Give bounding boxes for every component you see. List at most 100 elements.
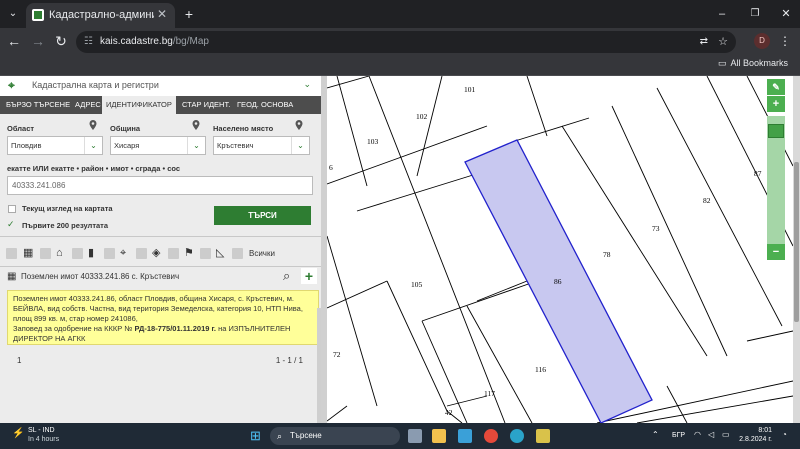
- all-layers-label[interactable]: Всички: [249, 249, 275, 258]
- layer-toggle-icon[interactable]: [6, 248, 17, 259]
- shape-layer-icon[interactable]: ◺: [216, 248, 227, 259]
- grid-icon: ▦: [7, 271, 17, 282]
- tray-chevron-icon[interactable]: ⌃: [652, 430, 659, 439]
- flag-layer-icon[interactable]: ⚑: [184, 248, 195, 259]
- naseleno-select[interactable]: Кръстевич ⌄: [213, 136, 310, 155]
- result-pager: 1 1 - 1 / 1: [7, 356, 317, 370]
- parcel-label: 73: [652, 224, 660, 233]
- layer-toggle-icon[interactable]: [40, 248, 51, 259]
- result-text-2: Заповед за одобрение на КККР № РД-18-775…: [13, 324, 313, 344]
- search-tabs: БЪРЗО ТЪРСЕНЕ АДРЕС ИДЕНТИФИКАТОР СТАР И…: [0, 96, 321, 114]
- parcel-label: 78: [603, 250, 611, 259]
- start-icon[interactable]: ⊞: [250, 429, 264, 443]
- reload-icon[interactable]: ↻: [53, 31, 69, 51]
- forward-icon[interactable]: →: [30, 31, 46, 51]
- browser-tab[interactable]: Кадастрално-административн ✕: [26, 3, 175, 28]
- app-icon[interactable]: [536, 429, 550, 443]
- battery-icon[interactable]: ▭: [722, 430, 730, 439]
- clock-time: 8:01: [758, 427, 772, 434]
- obshtina-select[interactable]: Хисаря ⌄: [110, 136, 206, 155]
- wifi-icon[interactable]: ◠: [694, 430, 701, 439]
- grid-layer-icon[interactable]: ▦: [23, 248, 34, 259]
- cadastre-app: ⌖ Кадастрална карта и регистри ⌄ БЪРЗО Т…: [0, 76, 800, 423]
- add-icon[interactable]: +: [301, 268, 317, 284]
- first200-checkbox[interactable]: ✓: [7, 219, 15, 230]
- zoom-in-button[interactable]: +: [767, 96, 785, 112]
- clock-date: 2.8.2024 г.: [739, 436, 772, 443]
- new-tab-button[interactable]: +: [180, 4, 198, 24]
- ekatte-label: екатте ИЛИ екатте • район • имот • сград…: [7, 164, 181, 173]
- volume-icon[interactable]: ◁: [708, 430, 714, 439]
- cadastral-map[interactable]: 101 102 103 6 87 82 73 78 86 105 72 116 …: [327, 76, 793, 423]
- house-layer-icon[interactable]: ⌂: [56, 248, 67, 259]
- layer-toggle-icon[interactable]: [72, 248, 83, 259]
- chevron-down-icon: ⌄: [187, 137, 205, 154]
- search-button[interactable]: ТЪРСИ: [214, 206, 311, 225]
- system-clock[interactable]: 8:01 2.8.2024 г.: [739, 426, 772, 444]
- oblast-location-pin-icon[interactable]: [89, 120, 97, 130]
- building-layer-icon[interactable]: ▮: [88, 248, 99, 259]
- notification-bell-icon[interactable]: ◔: [782, 430, 787, 439]
- parcel-label: 6: [329, 163, 333, 172]
- page-scrollbar[interactable]: [793, 76, 800, 423]
- layer-toggle-icon[interactable]: [232, 248, 243, 259]
- scrollbar-thumb[interactable]: [794, 162, 799, 322]
- photos-app-icon[interactable]: [458, 429, 472, 443]
- file-explorer-icon[interactable]: [432, 429, 446, 443]
- tab-identifier[interactable]: ИДЕНТИФИКАТОР: [102, 96, 176, 114]
- tab-address[interactable]: АДРЕС: [71, 96, 105, 114]
- search-icon[interactable]: ⌕: [283, 268, 290, 284]
- naseleno-label: Населено място: [213, 124, 274, 133]
- current-view-checkbox[interactable]: [8, 205, 16, 213]
- layers-toggle-button[interactable]: ✎: [767, 79, 785, 95]
- zoom-slider[interactable]: [767, 116, 785, 244]
- parcel-label: 86: [554, 277, 562, 286]
- layer-toggle-icon[interactable]: [168, 248, 179, 259]
- ekatte-input[interactable]: 40333.241.086: [7, 176, 313, 195]
- all-bookmarks-button[interactable]: ▭ All Bookmarks: [718, 58, 788, 69]
- layer-filter-row: ▦ ⌂ ▮ ⌖ ◈ ⚑ ◺ Всички: [6, 248, 316, 262]
- oblast-select[interactable]: Пловдив ⌄: [7, 136, 103, 155]
- pager-page[interactable]: 1: [17, 356, 21, 365]
- layer-toggle-icon[interactable]: [200, 248, 211, 259]
- naseleno-location-pin-icon[interactable]: [295, 120, 303, 130]
- oblast-label: Област: [7, 124, 35, 133]
- first200-label: Първите 200 резултата: [22, 221, 109, 230]
- address-bar[interactable]: ☷ kais.cadastre.bg/bg/Map ⇄ ☆: [76, 31, 736, 53]
- obshtina-location-pin-icon[interactable]: [192, 120, 200, 130]
- weather-title: SL - IND: [28, 427, 55, 434]
- maximize-button[interactable]: ❐: [745, 4, 765, 24]
- tab-old-identifier[interactable]: СТАР ИДЕНТ.: [178, 96, 234, 114]
- map-canvas[interactable]: 101 102 103 6 87 82 73 78 86 105 72 116 …: [327, 76, 793, 423]
- tab-search-icon[interactable]: ⌄: [4, 4, 22, 24]
- weather-sub: In 4 hours: [28, 436, 60, 443]
- weather-widget[interactable]: ⚡ SL - IND In 4 hours: [12, 426, 59, 444]
- zoom-slider-handle[interactable]: [768, 124, 784, 138]
- stack-layer-icon[interactable]: ◈: [152, 248, 163, 259]
- zoom-out-button[interactable]: −: [767, 244, 785, 260]
- input-language[interactable]: БГР: [672, 432, 685, 439]
- parcel-label: 103: [367, 137, 379, 146]
- tab-geodetic-base[interactable]: ГЕОД. ОСНОВА: [233, 96, 297, 114]
- result-details[interactable]: Поземлен имот 40333.241.86, област Пловд…: [7, 290, 319, 345]
- layer-toggle-icon[interactable]: [104, 248, 115, 259]
- bookmark-star-icon[interactable]: ☆: [718, 31, 728, 53]
- layer-toggle-icon[interactable]: [136, 248, 147, 259]
- back-icon[interactable]: ←: [6, 31, 22, 51]
- chrome-icon[interactable]: [484, 429, 498, 443]
- menu-kebab-icon[interactable]: ⋮: [778, 31, 792, 51]
- panel-collapse-icon[interactable]: ⌄: [303, 79, 311, 90]
- close-tab-icon[interactable]: ✕: [157, 7, 167, 21]
- site-favicon-icon: [32, 9, 44, 21]
- taskbar-search[interactable]: ⌕ Търсене: [270, 427, 400, 445]
- profile-avatar[interactable]: D: [754, 33, 770, 49]
- pin-layer-icon[interactable]: ⌖: [120, 248, 131, 259]
- minimize-button[interactable]: –: [712, 4, 732, 24]
- chevron-down-icon: ⌄: [291, 137, 309, 154]
- tab-quick-search[interactable]: БЪРЗО ТЪРСЕНЕ: [2, 96, 74, 114]
- task-view-icon[interactable]: [408, 429, 422, 443]
- close-window-button[interactable]: ✕: [776, 4, 796, 24]
- edge-icon[interactable]: [510, 429, 524, 443]
- translate-icon[interactable]: ⇄: [700, 31, 708, 53]
- site-info-icon[interactable]: ☷: [84, 31, 93, 53]
